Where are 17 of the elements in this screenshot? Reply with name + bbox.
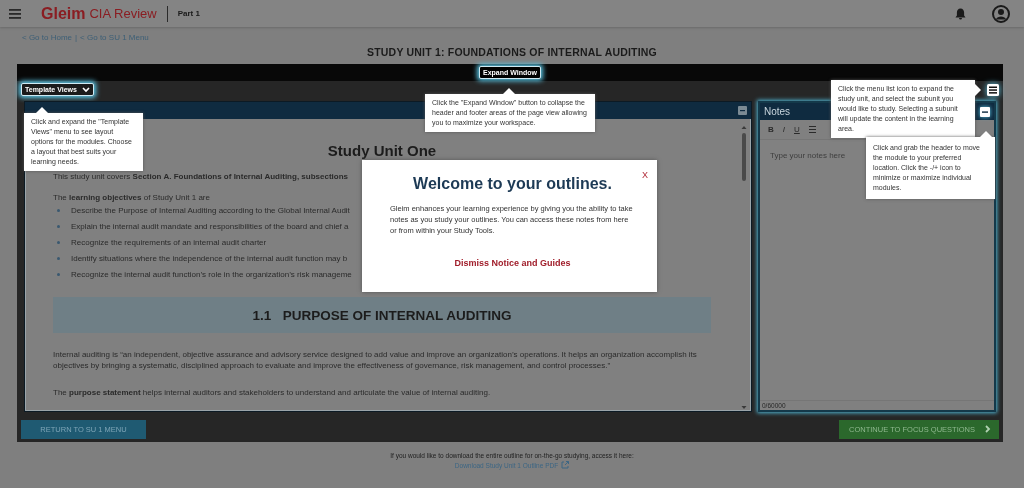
objective-text: Describe the Purpose of Internal Auditing according to the Global Internal Audit <box>71 205 350 215</box>
objective-text: Recognize the internal audit function’s role in the organization’s risk manageme <box>71 269 352 279</box>
objective-text: Recognize the requirements of an internal audit charter <box>71 237 267 247</box>
breadcrumb-separator: | <box>75 33 78 44</box>
dialog-title: Welcome to your outlines. <box>412 175 613 193</box>
part-label: Part 1 <box>177 9 200 18</box>
notes-title: Notes <box>764 106 791 117</box>
product-name: CIA Review <box>89 6 157 21</box>
page-title: STUDY UNIT 1: FOUNDATIONS OF INTERNAL AUDITING <box>366 46 658 58</box>
body-paragraph: The purpose statement helps internal auditors and stakeholders to understand and articulate the value of internal auditing. <box>53 387 492 398</box>
objective-text: Explain the internal audit mandate and responsibilities of the board and chief a <box>71 221 349 231</box>
study-unit-title: Study Unit One <box>327 142 437 159</box>
intro-text: This study unit covers Section A. Foundations of Internal Auditing, subsections <box>53 172 348 181</box>
section-heading: 1.1 PURPOSE OF INTERNAL AUDITING <box>252 307 512 323</box>
brand-logo-text: Gleim <box>41 4 86 23</box>
objective-text: Identify situations where the independence of the internal audit function may b <box>71 253 348 263</box>
objectives-intro: The learning objectives of Study Unit 1 are <box>53 193 210 202</box>
